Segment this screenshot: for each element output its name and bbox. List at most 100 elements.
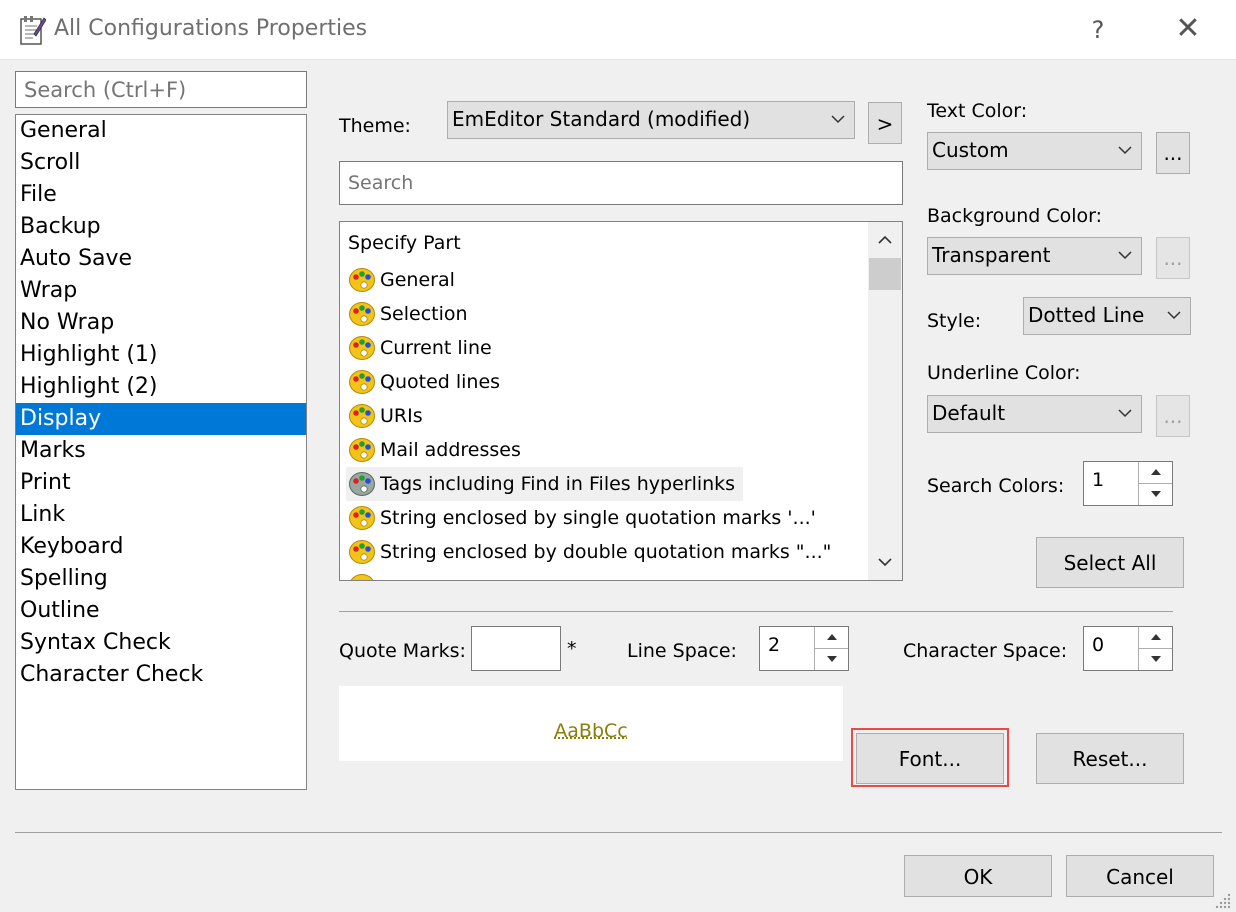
category-item-backup[interactable]: Backup [16, 211, 306, 243]
part-item-label: Quoted lines [380, 371, 501, 393]
part-item-label: String enclosed by single quotation mark… [380, 507, 816, 529]
stepper-up-button[interactable] [1139, 462, 1172, 484]
underline-color-dropdown[interactable]: Default [927, 395, 1142, 433]
stepper-buttons [1138, 462, 1172, 505]
category-item-auto-save[interactable]: Auto Save [16, 243, 306, 275]
color-palette-icon [349, 404, 375, 428]
category-item-wrap[interactable]: Wrap [16, 275, 306, 307]
close-icon[interactable]: ✕ [1168, 10, 1208, 50]
category-search-input[interactable] [15, 71, 307, 108]
stepper-up-button[interactable] [815, 627, 848, 649]
stepper-down-button[interactable] [1139, 648, 1172, 670]
color-palette-icon [350, 574, 374, 580]
part-item-tags[interactable]: Tags including Find in Files hyperlinks [346, 467, 744, 501]
category-item-no-wrap[interactable]: No Wrap [16, 307, 306, 339]
line-space-label: Line Space: [627, 640, 737, 662]
category-item-display[interactable]: Display [16, 403, 306, 435]
line-space-stepper[interactable]: 2 [759, 626, 849, 671]
arrow-up-icon [1151, 634, 1161, 640]
category-list[interactable]: General Scroll File Backup Auto Save Wra… [15, 114, 307, 790]
part-item-mail-addresses[interactable]: Mail addresses [346, 433, 529, 467]
category-item-highlight-1[interactable]: Highlight (1) [16, 339, 306, 371]
background-color-more-button[interactable]: ... [1156, 237, 1190, 279]
part-item-label: URIs [380, 405, 423, 427]
text-color-dropdown[interactable]: Custom [927, 132, 1142, 170]
part-item-uris[interactable]: URIs [346, 399, 431, 433]
text-color-label: Text Color: [927, 100, 1028, 122]
help-button[interactable]: ? [1080, 10, 1116, 50]
ok-button[interactable]: OK [904, 855, 1052, 897]
part-item-double-quoted-string[interactable]: String enclosed by double quotation mark… [346, 535, 839, 569]
cancel-button[interactable]: Cancel [1066, 855, 1214, 897]
stepper-down-button[interactable] [815, 648, 848, 670]
stepper-down-button[interactable] [1139, 483, 1172, 505]
part-item-label: General [380, 269, 455, 291]
category-item-keyboard[interactable]: Keyboard [16, 531, 306, 563]
font-preview: AaBbCc [339, 686, 843, 761]
scroll-down-icon[interactable] [868, 544, 902, 580]
reset-button[interactable]: Reset... [1036, 733, 1184, 784]
part-item-general[interactable]: General [346, 263, 463, 297]
select-all-button[interactable]: Select All [1036, 537, 1184, 588]
underline-color-more-button[interactable]: ... [1156, 395, 1190, 437]
color-palette-icon [349, 472, 375, 496]
character-space-stepper[interactable]: 0 [1083, 626, 1173, 671]
color-palette-icon [349, 336, 375, 360]
category-item-link[interactable]: Link [16, 499, 306, 531]
category-item-outline[interactable]: Outline [16, 595, 306, 627]
category-item-file[interactable]: File [16, 179, 306, 211]
category-item-general[interactable]: General [16, 115, 306, 147]
theme-more-button[interactable]: > [868, 102, 902, 144]
theme-label: Theme: [339, 115, 411, 137]
search-colors-value: 1 [1092, 469, 1105, 491]
style-dropdown[interactable]: Dotted Line [1023, 297, 1191, 335]
category-item-spelling[interactable]: Spelling [16, 563, 306, 595]
scroll-thumb[interactable] [869, 258, 901, 290]
font-button[interactable]: Font... [856, 733, 1004, 784]
category-item-marks[interactable]: Marks [16, 435, 306, 467]
background-color-label: Background Color: [927, 205, 1103, 227]
part-item-partial [346, 569, 388, 580]
title-bar: All Configurations Properties ? ✕ [0, 0, 1236, 60]
part-list[interactable]: Specify Part General Selection Current l… [339, 221, 903, 581]
color-palette-icon [349, 540, 375, 564]
part-search-input[interactable] [339, 161, 903, 205]
part-item-single-quoted-string[interactable]: String enclosed by single quotation mark… [346, 501, 824, 535]
arrow-down-icon [1151, 655, 1161, 662]
search-colors-stepper[interactable]: 1 [1083, 461, 1173, 506]
category-item-highlight-2[interactable]: Highlight (2) [16, 371, 306, 403]
text-color-more-button[interactable]: ... [1156, 132, 1190, 174]
separator [15, 832, 1222, 833]
preview-sample-text: AaBbCc [554, 720, 628, 742]
quote-marks-asterisk: * [567, 638, 577, 660]
category-item-syntax-check[interactable]: Syntax Check [16, 627, 306, 659]
color-palette-icon [349, 506, 375, 530]
theme-dropdown[interactable]: EmEditor Standard (modified) [447, 101, 855, 139]
color-palette-icon [349, 370, 375, 394]
chevron-down-icon [1118, 251, 1132, 260]
window-title: All Configurations Properties [54, 16, 368, 41]
character-space-value: 0 [1092, 634, 1105, 656]
background-color-dropdown[interactable]: Transparent [927, 237, 1142, 275]
color-palette-icon [349, 438, 375, 462]
style-label: Style: [927, 310, 982, 332]
line-space-value: 2 [768, 634, 781, 656]
part-item-label: String enclosed by double quotation mark… [380, 541, 832, 563]
resize-grip-icon[interactable] [1214, 892, 1232, 910]
quote-marks-input[interactable] [471, 626, 561, 671]
part-item-selection[interactable]: Selection [346, 297, 476, 331]
part-item-current-line[interactable]: Current line [346, 331, 500, 365]
part-list-scrollbar[interactable] [868, 222, 902, 580]
stepper-up-button[interactable] [1139, 627, 1172, 649]
color-palette-icon [349, 302, 375, 326]
chevron-down-icon [1118, 146, 1132, 155]
category-item-character-check[interactable]: Character Check [16, 659, 306, 691]
part-item-quoted-lines[interactable]: Quoted lines [346, 365, 508, 399]
arrow-down-icon [1151, 490, 1161, 497]
category-item-print[interactable]: Print [16, 467, 306, 499]
scroll-up-icon[interactable] [868, 222, 902, 258]
category-item-scroll[interactable]: Scroll [16, 147, 306, 179]
chevron-down-icon [831, 115, 845, 124]
part-list-header: Specify Part [348, 232, 461, 254]
arrow-down-icon [827, 655, 837, 662]
